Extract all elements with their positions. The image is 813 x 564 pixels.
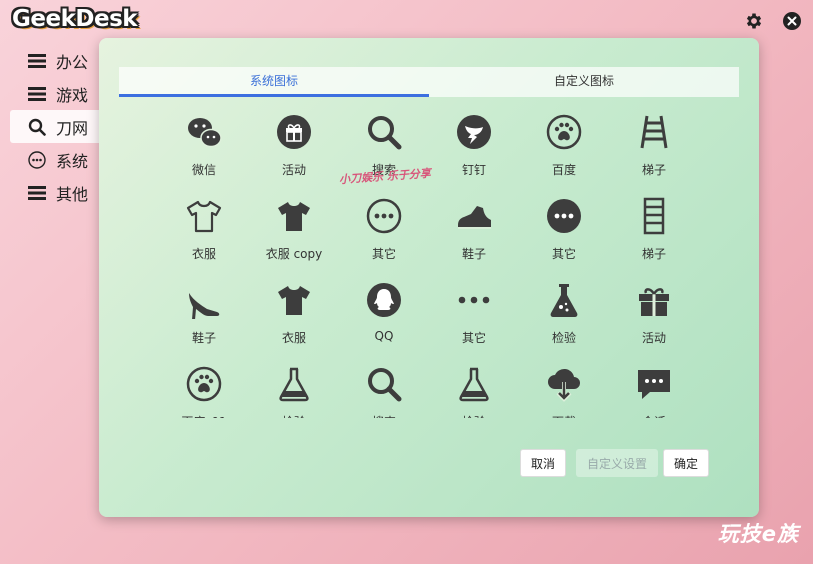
menu-item-system[interactable]: 系统	[10, 143, 100, 176]
flask-outline-icon	[279, 367, 309, 402]
icon-option-label: 检验	[429, 413, 519, 418]
icon-option-label: 其它	[371, 247, 396, 261]
chat-icon	[638, 370, 670, 399]
icon-option-label: 百度_01	[159, 413, 249, 418]
qq-icon	[367, 283, 401, 317]
watermark-corner: 玩技e族	[717, 522, 799, 546]
baidu-icon	[186, 366, 222, 402]
search-icon	[28, 118, 46, 136]
menu-item-label: 系统	[56, 151, 89, 171]
wechat-icon	[188, 118, 222, 148]
icon-option[interactable]: 其它	[339, 192, 429, 276]
dots-circle-icon	[28, 150, 46, 169]
menu-item-label: 游戏	[56, 85, 89, 105]
gear-icon[interactable]	[744, 11, 764, 31]
tab-custom-icons[interactable]: 自定义图标	[429, 67, 739, 97]
icon-option[interactable]: 梯子	[609, 108, 699, 192]
menu-item-label: 其他	[56, 184, 89, 204]
icon-option-label: 其它	[461, 331, 486, 345]
dots-circle-icon	[547, 199, 581, 233]
icon-option-label: 百度	[551, 163, 576, 177]
high-heel-icon	[189, 293, 220, 319]
list-icon	[28, 184, 46, 202]
icon-option-label: 其它	[551, 247, 576, 261]
icon-option-label: 搜索	[339, 413, 429, 418]
icon-option-label: 鞋子	[191, 331, 216, 345]
tshirt-outline-icon	[186, 200, 222, 233]
ladder-outline-icon	[643, 197, 665, 235]
icon-option-label: 衣服 copy	[265, 247, 323, 261]
menu-item-office[interactable]: 办公	[10, 44, 100, 77]
icon-option[interactable]: 梯子	[609, 192, 699, 276]
icon-option[interactable]: 检验	[519, 276, 609, 360]
menu-item-games[interactable]: 游戏	[10, 77, 100, 110]
icon-option[interactable]: 鞋子	[159, 276, 249, 360]
icon-option-label: 活动	[281, 163, 306, 177]
icon-option[interactable]: 会话	[609, 360, 699, 418]
app-logo: GeekDesk	[12, 6, 138, 32]
icon-option-label: 下载	[519, 413, 609, 418]
search-icon	[368, 368, 402, 402]
icon-option[interactable]: 衣服	[249, 276, 339, 360]
icon-option[interactable]: 其它	[429, 276, 519, 360]
icon-option-label: 微信	[191, 163, 216, 177]
icon-option[interactable]: 百度	[519, 108, 609, 192]
search-icon	[368, 116, 402, 150]
icon-option[interactable]: 鞋子	[429, 192, 519, 276]
menu-item-other[interactable]: 其他	[10, 176, 100, 209]
custom-settings-button[interactable]: 自定义设置	[576, 449, 658, 477]
icon-option[interactable]: 检验	[249, 360, 339, 418]
icon-option[interactable]: 活动	[609, 276, 699, 360]
ladder-icon	[640, 115, 668, 149]
icon-option-label: 检验	[551, 331, 576, 345]
dots-icon	[458, 296, 490, 304]
icon-option-label: QQ	[374, 329, 394, 343]
icon-option-label: 衣服	[191, 247, 216, 261]
baidu-icon	[546, 114, 582, 150]
sneaker-icon	[458, 206, 491, 229]
icon-option-label: 会话	[609, 413, 699, 418]
tab-system-icons[interactable]: 系统图标	[119, 67, 429, 97]
icon-option-label: 鞋子	[461, 247, 486, 261]
icon-option-label: 梯子	[641, 247, 666, 261]
icon-option[interactable]: 其它	[519, 192, 609, 276]
icon-option-label: 检验	[249, 413, 339, 418]
icon-option-label: 钉钉	[461, 163, 486, 177]
icon-tabs: 系统图标 自定义图标	[119, 67, 739, 97]
tshirt-icon	[278, 286, 310, 315]
icon-option[interactable]: 活动	[249, 108, 339, 192]
icon-option[interactable]: 检验	[429, 360, 519, 418]
gift-icon	[639, 288, 669, 316]
dingtalk-icon	[457, 115, 491, 149]
icon-option[interactable]: 钉钉	[429, 108, 519, 192]
flask-outline-icon	[459, 367, 489, 402]
icon-option[interactable]: 下载	[519, 360, 609, 418]
menu-item-label: 办公	[56, 52, 89, 72]
close-icon[interactable]	[782, 11, 802, 31]
icon-picker-dialog: 系统图标 自定义图标 微信 活动 搜索 钉钉 百度 梯子 衣服 衣服 copy 其它 鞋子 其它 梯子…	[99, 38, 759, 517]
icon-option-label: 活动	[641, 331, 666, 345]
icon-option[interactable]: 微信	[159, 108, 249, 192]
gift-circle-icon	[277, 115, 311, 149]
icon-option[interactable]: 百度_01	[159, 360, 249, 418]
list-icon	[28, 85, 46, 103]
icon-option[interactable]: QQ	[339, 276, 429, 360]
flask-icon	[550, 284, 578, 317]
icon-grid: 微信 活动 搜索 钉钉 百度 梯子 衣服 衣服 copy 其它 鞋子 其它 梯子 鞋子 衣服 QQ 其它 检验活…	[159, 108, 699, 418]
list-icon	[28, 52, 46, 70]
cloud-download-icon	[548, 368, 580, 402]
dots-circle-outline-icon	[366, 198, 402, 234]
icon-option-label: 衣服	[281, 331, 306, 345]
menu-item-daowang[interactable]: 刀网	[10, 110, 100, 143]
cancel-button[interactable]: 取消	[520, 449, 566, 477]
ok-button[interactable]: 确定	[663, 449, 709, 477]
icon-option[interactable]: 衣服 copy	[249, 192, 339, 276]
tshirt-icon	[278, 202, 310, 231]
icon-option[interactable]: 搜索	[339, 360, 429, 418]
menu-item-label: 刀网	[56, 118, 89, 138]
sidebar-menu: 办公 游戏 刀网 系统 其他	[10, 44, 100, 209]
icon-option-label: 梯子	[641, 163, 666, 177]
icon-option[interactable]: 衣服	[159, 192, 249, 276]
